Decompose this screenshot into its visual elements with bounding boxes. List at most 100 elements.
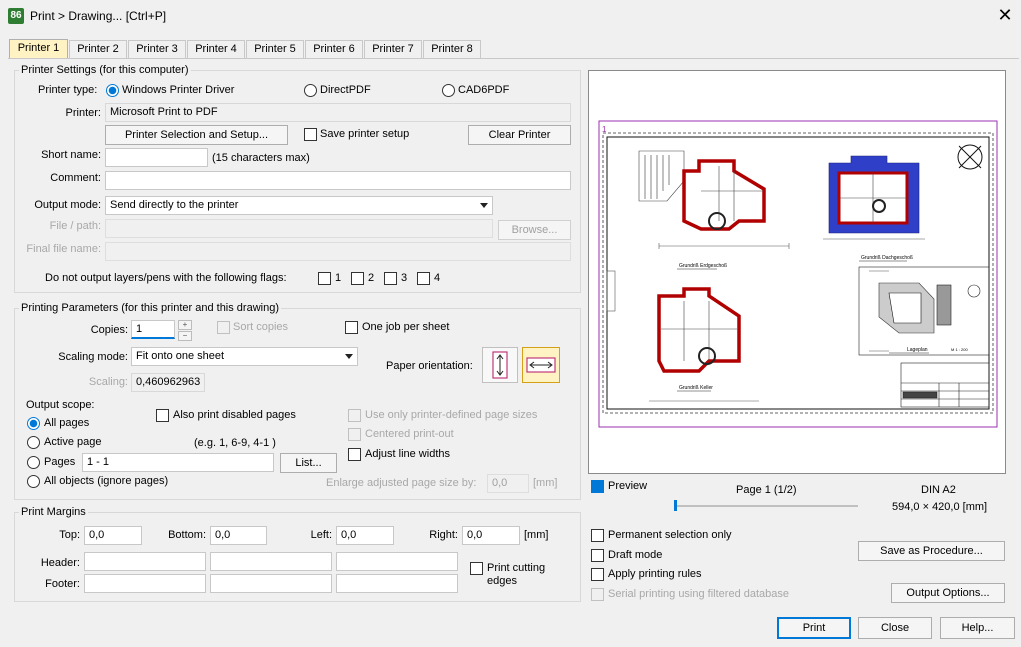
cutting-edges-label: Print cutting edges (487, 562, 546, 587)
left-margin-label: Left: (310, 529, 332, 541)
apply-rules-checkbox[interactable] (591, 568, 604, 581)
tab-printer-5[interactable]: Printer 5 (246, 40, 304, 58)
right-margin-label: Right: (429, 529, 458, 541)
short-name-input[interactable] (105, 148, 208, 167)
north-arrow-icon (957, 144, 983, 170)
tab-printer-8[interactable]: Printer 8 (423, 40, 481, 58)
print-margins-title: Print Margins (19, 506, 88, 518)
paper-name: DIN A2 (921, 484, 956, 496)
radio-all-pages[interactable] (27, 417, 40, 430)
right-margin-input[interactable]: 0,0 (462, 526, 520, 545)
page-slider-thumb[interactable] (674, 500, 677, 511)
serial-printing-label: Serial printing using filtered database (608, 588, 790, 600)
copies-up-icon[interactable]: + (178, 320, 192, 330)
short-name-label: Short name: (41, 149, 101, 161)
scaling-mode-select[interactable]: Fit onto one sheet (131, 347, 358, 366)
enlarge-unit: [mm] (533, 477, 558, 489)
save-procedure-button[interactable]: Save as Procedure... (858, 541, 1005, 561)
draft-mode-checkbox[interactable] (591, 549, 604, 562)
radio-all-objects[interactable] (27, 475, 40, 488)
also-disabled-checkbox[interactable] (156, 409, 169, 422)
portrait-orientation-button[interactable] (482, 347, 518, 383)
adjust-widths-label: Adjust line widths (365, 448, 450, 460)
radio-pages[interactable] (27, 456, 40, 469)
comment-label: Comment: (50, 172, 101, 184)
radio-cad6pdf[interactable] (442, 84, 455, 97)
output-mode-value: Send directly to the printer (110, 199, 239, 211)
tab-printer-2[interactable]: Printer 2 (69, 40, 127, 58)
enlarge-input: 0,0 (487, 474, 529, 493)
tab-printer-6[interactable]: Printer 6 (305, 40, 363, 58)
one-job-checkbox[interactable] (345, 321, 358, 334)
header-right-input[interactable] (336, 552, 458, 571)
preview-label: Preview (608, 480, 648, 492)
file-path-input (105, 219, 493, 238)
radio-all-pages-label: All pages (44, 417, 90, 429)
radio-directpdf[interactable] (304, 84, 317, 97)
close-button[interactable]: Close (858, 617, 932, 639)
radio-active-page[interactable] (27, 436, 40, 449)
output-mode-label: Output mode: (34, 199, 101, 211)
sheet-3-label: Grundriß Keller (679, 385, 713, 391)
flag-3-checkbox[interactable] (384, 272, 397, 285)
tab-printer-3[interactable]: Printer 3 (128, 40, 186, 58)
flag-2-checkbox[interactable] (351, 272, 364, 285)
chevron-down-icon (480, 203, 488, 208)
preview-checkbox[interactable] (591, 480, 604, 493)
floor-plan-attic (823, 155, 925, 262)
adjust-widths-checkbox[interactable] (348, 448, 361, 461)
tab-printer-1[interactable]: Printer 1 (9, 39, 68, 59)
save-printer-setup-label: Save printer setup (320, 128, 410, 140)
flag-4-checkbox[interactable] (417, 272, 430, 285)
help-button[interactable]: Help... (940, 617, 1015, 639)
paper-size: 594,0 × 420,0 [mm] (892, 501, 988, 513)
portrait-page-icon (492, 351, 508, 379)
close-icon[interactable]: ✕ (994, 4, 1016, 26)
floor-plan-ground (638, 150, 790, 270)
footer-label: Footer: (45, 578, 80, 590)
margin-unit: [mm] (524, 529, 549, 541)
top-margin-input[interactable]: 0,0 (84, 526, 142, 545)
paper-orientation-label: Paper orientation: (386, 360, 473, 372)
clear-printer-button[interactable]: Clear Printer (468, 125, 571, 145)
radio-windows-driver[interactable] (106, 84, 119, 97)
footer-right-input[interactable] (336, 574, 458, 593)
list-button[interactable]: List... (280, 453, 337, 473)
bottom-margin-input[interactable]: 0,0 (210, 526, 267, 545)
page-slider[interactable] (674, 505, 858, 507)
footer-left-input[interactable] (84, 574, 206, 593)
scaling-label: Scaling: (88, 376, 128, 388)
copies-down-icon[interactable]: − (178, 331, 192, 341)
copies-input[interactable]: 1 (131, 320, 175, 339)
use-printer-sizes-label: Use only printer-defined page sizes (365, 409, 538, 421)
landscape-orientation-button[interactable] (522, 347, 560, 383)
serial-printing-checkbox (591, 588, 604, 601)
print-button[interactable]: Print (777, 617, 851, 639)
permanent-selection-label: Permanent selection only (608, 529, 732, 541)
comment-input[interactable] (105, 171, 571, 190)
file-path-label: File / path: (49, 220, 101, 232)
header-center-input[interactable] (210, 552, 332, 571)
flag-1-checkbox[interactable] (318, 272, 331, 285)
print-preview[interactable]: 1 Grundriß Erdgeschoß Grundriß Dachgesch… (588, 70, 1006, 474)
header-left-input[interactable] (84, 552, 206, 571)
tab-printer-7[interactable]: Printer 7 (364, 40, 422, 58)
tab-printer-4[interactable]: Printer 4 (187, 40, 245, 58)
printer-label: Printer: (65, 107, 101, 119)
radio-cad6pdf-label: CAD6PDF (458, 84, 510, 96)
permanent-selection-checkbox[interactable] (591, 529, 604, 542)
printer-selection-button[interactable]: Printer Selection and Setup... (105, 125, 288, 145)
output-options-button[interactable]: Output Options... (891, 583, 1005, 603)
sheet-2-label: Grundriß Dachgeschoß (861, 255, 913, 261)
save-printer-setup-checkbox[interactable] (304, 128, 317, 141)
printing-params-title: Printing Parameters (for this printer an… (19, 302, 281, 314)
output-scope-label: Output scope: (26, 399, 95, 411)
cutting-edges-checkbox[interactable] (470, 562, 483, 575)
sort-copies-label: Sort copies (233, 321, 289, 333)
footer-center-input[interactable] (210, 574, 332, 593)
left-margin-input[interactable]: 0,0 (336, 526, 394, 545)
pages-input[interactable]: 1 - 1 (82, 453, 274, 472)
output-mode-select[interactable]: Send directly to the printer (105, 196, 493, 215)
final-file-input (105, 242, 571, 261)
sheet-1-label: Grundriß Erdgeschoß (679, 263, 727, 269)
